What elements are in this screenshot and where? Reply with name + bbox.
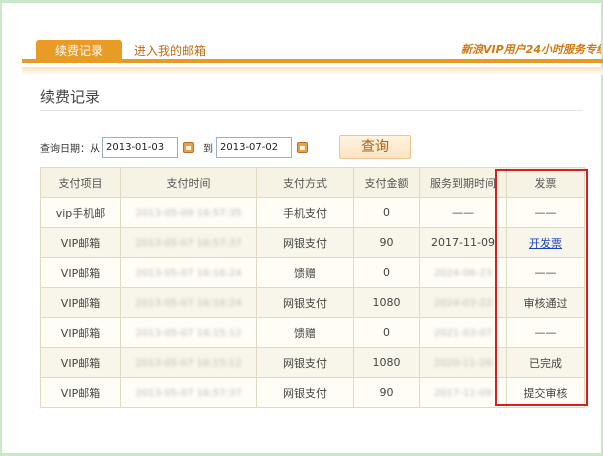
end-date-input[interactable] (216, 136, 292, 158)
cell-expire: 2024-06-23 (419, 257, 507, 288)
calendar-icon[interactable] (183, 141, 194, 153)
cell-time: 2013-05-07 16:57:37 (120, 377, 257, 408)
cell-item: VIP邮箱 (40, 257, 121, 288)
cell-item: VIP邮箱 (40, 347, 121, 378)
cell-method: 网银支付 (256, 347, 354, 378)
cell-time: 2013-05-07 16:57:37 (120, 227, 257, 258)
to-label: 到 (203, 143, 213, 155)
cell-item: vip手机邮 (40, 197, 121, 228)
query-button[interactable]: 查询 (339, 135, 411, 159)
cell-amount: 1080 (353, 347, 420, 378)
tab-bar: 续费记录 进入我的邮箱 新浪VIP用户24小时服务专线： (22, 38, 603, 63)
header-payment-amount: 支付金额 (353, 167, 420, 198)
cell-expire: 2017-11-09 (419, 377, 507, 408)
cell-expire: 2021-03-07 (419, 317, 507, 348)
cell-item: VIP邮箱 (40, 227, 121, 258)
cell-method: 手机支付 (256, 197, 354, 228)
cell-expire: —— (419, 197, 507, 228)
cell-amount: 90 (353, 227, 420, 258)
blurred-time: 2013-05-07 16:15:12 (135, 328, 242, 339)
cell-method: 网银支付 (256, 287, 354, 318)
blurred-time: 2013-05-07 16:15:12 (135, 358, 242, 369)
cell-item: VIP邮箱 (40, 377, 121, 408)
cell-amount: 0 (353, 317, 420, 348)
cell-time: 2013-05-09 16:57:35 (120, 197, 257, 228)
cell-amount: 0 (353, 197, 420, 228)
calendar-icon[interactable] (297, 141, 308, 153)
header-payment-item: 支付项目 (40, 167, 121, 198)
cell-time: 2013-05-07 16:16:24 (120, 287, 257, 318)
blurred-time: 2013-05-09 16:57:35 (135, 208, 242, 219)
blurred-expire: 2020-11-26 (433, 358, 493, 369)
blurred-expire: 2017-11-09 (433, 388, 493, 399)
cell-method: 馈赠 (256, 317, 354, 348)
cell-time: 2013-05-07 16:15:12 (120, 347, 257, 378)
blurred-expire: 2024-06-23 (433, 268, 493, 279)
cell-time: 2013-05-07 16:16:24 (120, 257, 257, 288)
cell-time: 2013-05-07 16:15:12 (120, 317, 257, 348)
cell-method: 网银支付 (256, 227, 354, 258)
cell-amount: 90 (353, 377, 420, 408)
cell-method: 馈赠 (256, 257, 354, 288)
cell-expire: 2020-11-26 (419, 347, 507, 378)
cell-item: VIP邮箱 (40, 287, 121, 318)
page-title: 续费记录 (40, 88, 101, 106)
cell-expire: 2024-03-22 (419, 287, 507, 318)
header-payment-method: 支付方式 (256, 167, 354, 198)
cell-amount: 1080 (353, 287, 420, 318)
blurred-expire: 2021-03-07 (433, 328, 493, 339)
blurred-expire: 2024-03-22 (433, 298, 493, 309)
date-range-label: 查询日期：从 (40, 143, 100, 155)
tab-bar-shadow (22, 67, 603, 75)
blurred-time: 2013-05-07 16:16:24 (135, 298, 242, 309)
tab-enter-mailbox[interactable]: 进入我的邮箱 (134, 40, 206, 63)
header-payment-time: 支付时间 (120, 167, 257, 198)
blurred-time: 2013-05-07 16:16:24 (135, 268, 242, 279)
service-hotline: 新浪VIP用户24小时服务专线： (461, 43, 601, 56)
invoice-column-highlight (495, 169, 588, 406)
header-expire-time: 服务到期时间 (419, 167, 507, 198)
cell-amount: 0 (353, 257, 420, 288)
title-divider (40, 110, 583, 111)
query-form: 查询日期：从 到 查询 (40, 135, 600, 159)
blurred-time: 2013-05-07 16:57:37 (135, 388, 242, 399)
tab-renewal-records[interactable]: 续费记录 (36, 40, 122, 63)
cell-expire: 2017-11-09 (419, 227, 507, 258)
cell-item: VIP邮箱 (40, 317, 121, 348)
start-date-input[interactable] (102, 136, 178, 158)
blurred-time: 2013-05-07 16:57:37 (135, 238, 242, 249)
cell-method: 网银支付 (256, 377, 354, 408)
